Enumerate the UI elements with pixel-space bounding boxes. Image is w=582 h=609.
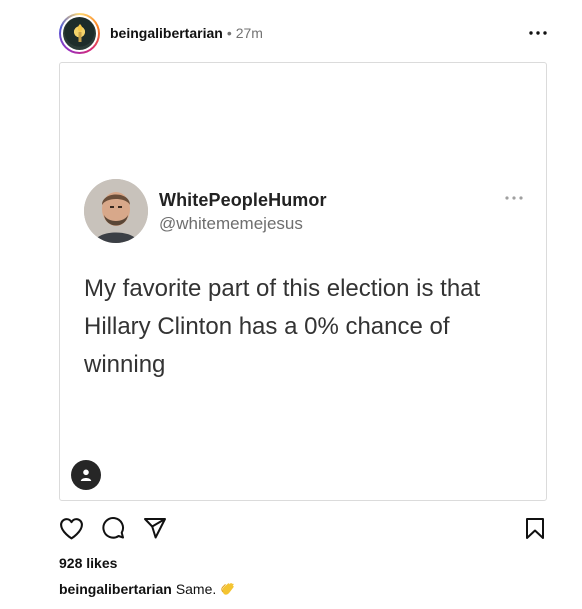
post-caption: beingalibertarian Same. <box>59 581 236 597</box>
tweet-text: My favorite part of this election is tha… <box>84 275 481 378</box>
separator-dot: • <box>226 25 232 41</box>
action-bar <box>59 514 549 542</box>
caption-text: Same. <box>175 581 217 597</box>
clapping-hands-icon <box>221 583 235 595</box>
send-icon <box>144 518 166 539</box>
tweet-more-icon <box>505 196 523 200</box>
post-username[interactable]: beingalibertarian <box>110 25 223 41</box>
share-button[interactable] <box>141 514 169 542</box>
post-media[interactable]: WhitePeopleHumor @whitememejesus My favo… <box>59 62 547 501</box>
avatar[interactable] <box>59 12 100 54</box>
bookmark-icon <box>526 517 544 539</box>
save-button[interactable] <box>521 514 549 542</box>
post-timestamp[interactable]: 27m <box>236 25 263 41</box>
like-button[interactable] <box>57 514 85 542</box>
comment-icon <box>102 517 124 539</box>
profile-picture <box>63 16 96 50</box>
caption-username[interactable]: beingalibertarian <box>59 581 172 597</box>
person-photo-icon <box>84 179 148 243</box>
tweet-handle: @whitememejesus <box>159 214 303 233</box>
torch-logo-icon <box>77 24 82 42</box>
user-tag-button[interactable] <box>71 460 101 490</box>
post-header: beingalibertarian • 27m <box>59 12 549 54</box>
likes-count[interactable]: 928 likes <box>59 555 117 571</box>
tweet-display-name: WhitePeopleHumor <box>159 190 327 210</box>
user-tag-icon <box>80 469 92 481</box>
more-horizontal-icon <box>529 31 547 35</box>
more-options-button[interactable] <box>527 25 549 41</box>
comment-button[interactable] <box>99 514 127 542</box>
heart-icon <box>59 517 83 539</box>
tweet-avatar <box>84 179 148 243</box>
avatar-border <box>61 14 98 52</box>
